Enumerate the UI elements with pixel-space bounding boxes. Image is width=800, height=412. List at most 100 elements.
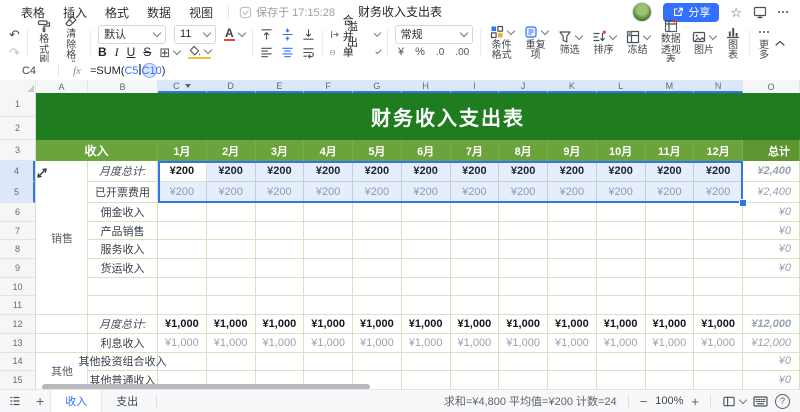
month-header-cell[interactable]: 4月 (304, 140, 353, 161)
value-cell[interactable] (499, 259, 548, 278)
valign-bottom-icon[interactable] (302, 28, 315, 41)
value-cell[interactable] (158, 277, 207, 297)
value-cell[interactable] (353, 221, 402, 241)
row-label-cell[interactable]: 利息收入 (88, 333, 158, 353)
select-all-corner[interactable] (0, 80, 36, 93)
value-cell[interactable]: ¥1,000 (401, 333, 451, 353)
total-cell[interactable]: ¥12,000 (743, 333, 800, 353)
row-label-cell[interactable] (88, 277, 158, 297)
value-cell[interactable]: ¥200 (255, 161, 305, 182)
value-cell[interactable]: ¥1,000 (401, 315, 451, 334)
total-cell[interactable]: ¥2,400 (743, 182, 800, 203)
row-label-cell[interactable]: 产品销售 (88, 221, 158, 241)
row-header-1[interactable]: 1 (0, 93, 35, 117)
value-cell[interactable] (353, 352, 402, 372)
value-cell[interactable] (645, 240, 695, 260)
fill-color-button[interactable] (188, 45, 213, 59)
month-header-cell[interactable]: 3月 (255, 140, 305, 161)
value-cell[interactable]: ¥1,000 (255, 333, 305, 353)
value-cell[interactable] (499, 352, 548, 372)
conditional-format-button[interactable]: 条件格式 (485, 25, 519, 62)
value-cell[interactable] (158, 240, 207, 260)
value-cell[interactable]: ¥1,000 (206, 333, 256, 353)
value-cell[interactable] (401, 240, 451, 260)
row-label-cell[interactable]: 月度总计: (88, 315, 158, 334)
value-cell[interactable] (548, 221, 597, 241)
column-header-H[interactable]: H (401, 80, 451, 93)
month-header-cell[interactable]: 2月 (206, 140, 256, 161)
decrease-decimal-icon[interactable]: .0 (436, 47, 444, 58)
value-cell[interactable]: ¥200 (206, 182, 256, 203)
value-cell[interactable] (158, 203, 207, 222)
row-header-8[interactable]: 8 (0, 240, 35, 260)
value-cell[interactable] (548, 240, 597, 260)
month-header-cell[interactable]: 5月 (353, 140, 402, 161)
row-label-cell[interactable] (88, 296, 158, 316)
value-cell[interactable]: ¥200 (499, 161, 548, 182)
value-cell[interactable] (401, 277, 451, 297)
increase-decimal-icon[interactable]: .00 (455, 47, 469, 58)
column-dropdown-icon[interactable] (184, 83, 191, 88)
value-cell[interactable] (206, 203, 256, 222)
value-cell[interactable] (450, 352, 500, 372)
value-cell[interactable]: ¥200 (401, 182, 451, 203)
value-cell[interactable] (304, 277, 353, 297)
value-cell[interactable]: ¥200 (304, 182, 353, 203)
value-cell[interactable]: ¥200 (158, 182, 207, 203)
income-header-cell[interactable]: 收入 (36, 140, 158, 161)
value-cell[interactable] (499, 371, 548, 390)
format-painter-button[interactable]: 格式刷 (32, 19, 57, 67)
font-color-button[interactable]: A (223, 27, 246, 41)
value-cell[interactable] (596, 259, 646, 278)
value-cell[interactable]: ¥1,000 (450, 315, 500, 334)
group-column-cell[interactable] (36, 315, 88, 334)
total-cell[interactable]: ¥0 (743, 371, 800, 390)
sort-button[interactable]: 排序 (587, 30, 621, 57)
value-cell[interactable]: ¥1,000 (206, 315, 256, 334)
value-cell[interactable] (255, 203, 305, 222)
value-cell[interactable] (645, 203, 695, 222)
value-cell[interactable] (206, 352, 256, 372)
image-button[interactable]: 图片 (687, 30, 721, 57)
row-header-9[interactable]: 9 (0, 259, 35, 278)
row-header-2[interactable]: 2 (0, 117, 35, 140)
value-cell[interactable]: ¥1,000 (353, 333, 402, 353)
value-cell[interactable] (401, 296, 451, 316)
value-cell[interactable]: ¥200 (450, 161, 500, 182)
value-cell[interactable] (158, 352, 207, 372)
value-cell[interactable]: ¥200 (206, 161, 256, 182)
value-cell[interactable] (353, 240, 402, 260)
column-header-E[interactable]: E (255, 80, 305, 93)
value-cell[interactable] (499, 203, 548, 222)
value-cell[interactable]: ¥1,000 (353, 315, 402, 334)
value-cell[interactable] (499, 277, 548, 297)
value-cell[interactable] (596, 240, 646, 260)
value-cell[interactable] (694, 221, 743, 241)
strikethrough-button[interactable]: S (143, 45, 151, 59)
duplicates-button[interactable]: 重复项 (519, 25, 553, 62)
value-cell[interactable] (353, 203, 402, 222)
month-header-cell[interactable]: 1月 (158, 140, 207, 161)
value-cell[interactable]: ¥200 (548, 182, 597, 203)
row-header-11[interactable]: 11 (0, 296, 35, 316)
row-header-7[interactable]: 7 (0, 222, 35, 241)
total-cell[interactable]: ¥0 (743, 259, 800, 278)
sheet-tab-expense[interactable]: 支出 (102, 390, 152, 412)
value-cell[interactable] (450, 277, 500, 297)
value-cell[interactable] (694, 277, 743, 297)
value-cell[interactable] (694, 259, 743, 278)
user-avatar[interactable] (632, 2, 653, 22)
star-icon[interactable]: ☆ (730, 6, 742, 19)
filter-button[interactable]: 筛选 (553, 30, 587, 57)
value-cell[interactable]: ¥1,000 (694, 333, 743, 353)
value-cell[interactable]: ¥1,000 (158, 333, 207, 353)
value-cell[interactable] (645, 221, 695, 241)
value-cell[interactable] (158, 259, 207, 278)
value-cell[interactable]: ¥1,000 (499, 333, 548, 353)
keyboard-icon[interactable] (753, 395, 768, 408)
value-cell[interactable] (304, 352, 353, 372)
number-format-select[interactable]: 常规 (394, 24, 473, 44)
value-cell[interactable] (499, 240, 548, 260)
zoom-level[interactable]: 100% (655, 395, 683, 407)
column-header-L[interactable]: L (596, 80, 646, 93)
